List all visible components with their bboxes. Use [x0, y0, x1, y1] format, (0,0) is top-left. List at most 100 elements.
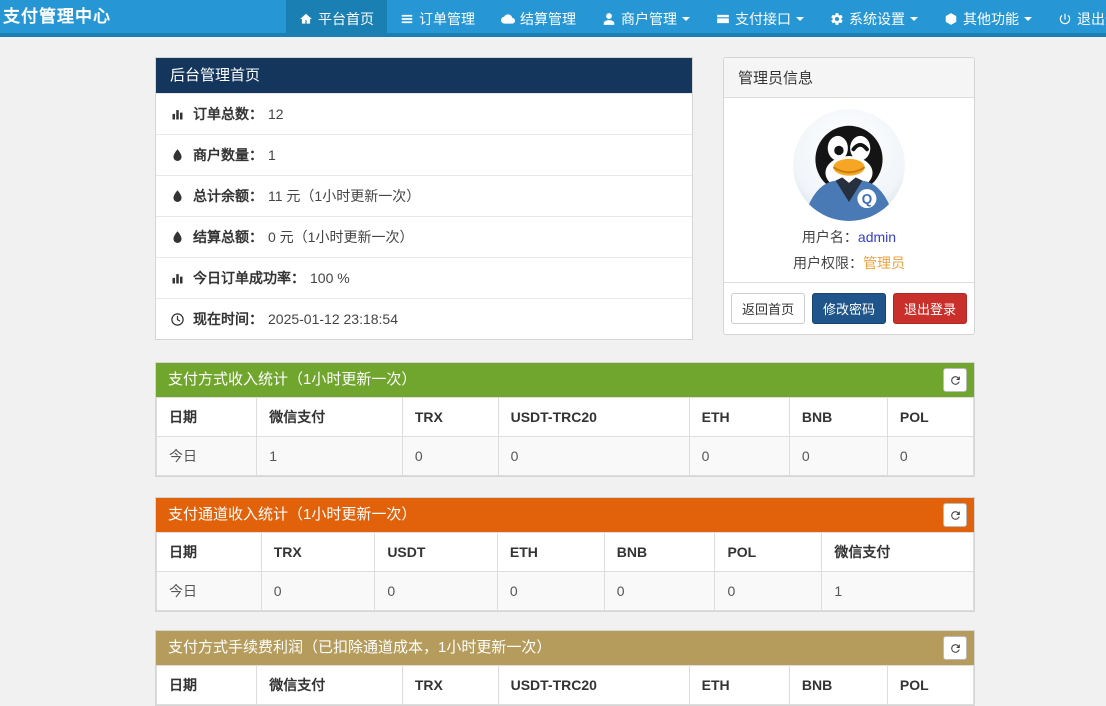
stats-rows: 订单总数：12商户数量：1总计余额：11 元（1小时更新一次）结算总额：0 元（…: [156, 93, 692, 339]
column-header: 日期: [157, 533, 262, 572]
stats-panel-title: 后台管理首页: [156, 58, 692, 93]
change-password-button[interactable]: 修改密码: [812, 293, 886, 324]
table-cell: 1: [822, 572, 974, 611]
admin-panel-title: 管理员信息: [724, 58, 974, 98]
nav-item-power[interactable]: 退出登录: [1045, 0, 1106, 37]
tint-icon: [170, 148, 185, 163]
admin-panel-footer: 返回首页 修改密码 退出登录: [724, 282, 974, 334]
fee-profit-title: 支付方式手续费利润（已扣除通道成本，1小时更新一次）: [168, 639, 551, 656]
pay-method-income-heading: 支付方式收入统计（1小时更新一次）: [156, 363, 974, 397]
home-icon: [299, 12, 313, 26]
stat-label: 现在时间：: [193, 309, 263, 329]
column-header: POL: [887, 398, 973, 437]
refresh-icon: [949, 374, 962, 387]
table-header-row: 日期TRXUSDTETHBNBPOL微信支付总计: [157, 533, 974, 572]
chevron-down-icon: [910, 17, 918, 25]
table-header-row: 日期微信支付TRXUSDT-TRC20ETHBNBPOL总计: [157, 666, 974, 705]
chevron-down-icon: [1024, 17, 1032, 25]
stat-row: 今日订单成功率： 100 %: [156, 257, 692, 298]
stat-label: 订单总数：: [193, 104, 263, 124]
refresh-button[interactable]: [943, 503, 967, 527]
cube-icon: [944, 12, 958, 26]
stat-row: 现在时间：2025-01-12 23:18:54: [156, 298, 692, 339]
nav-item-user[interactable]: 商户管理: [589, 0, 703, 37]
nav-item-gear[interactable]: 系统设置: [817, 0, 931, 37]
nav-item-label: 退出登录: [1077, 9, 1106, 29]
column-header: TRX: [402, 398, 498, 437]
column-header: USDT-TRC20: [498, 666, 689, 705]
bar-chart-icon: [170, 271, 185, 286]
nav-item-label: 结算管理: [520, 9, 576, 29]
dashboard-stats-panel: 后台管理首页 订单总数：12商户数量：1总计余额：11 元（1小时更新一次）结算…: [155, 57, 693, 340]
stat-row: 总计余额：11 元（1小时更新一次）: [156, 175, 692, 216]
stat-value: 1: [268, 147, 276, 163]
pay-channel-income-panel: 支付通道收入统计（1小时更新一次） 日期TRXUSDTETHBNBPOL微信支付…: [155, 497, 975, 612]
stat-value: 100 %: [310, 270, 350, 286]
gear-icon: [830, 12, 844, 26]
column-header: TRX: [402, 666, 498, 705]
stat-value: 0 元（1小时更新一次）: [268, 227, 413, 247]
nav-menu: 平台首页 订单管理 结算管理商户管理支付接口 系统设置 其他功能 退出登录: [286, 0, 1106, 37]
column-header: USDT-TRC20: [498, 398, 689, 437]
chevron-down-icon: [796, 17, 804, 25]
nav-item-label: 平台首页: [318, 9, 374, 29]
table-cell: 0: [402, 437, 498, 476]
refresh-button[interactable]: [943, 636, 967, 660]
table-cell: 0: [715, 572, 822, 611]
role-line: 用户权限：管理员: [724, 253, 974, 273]
stat-value: 11 元（1小时更新一次）: [268, 186, 420, 206]
fee-profit-panel: 支付方式手续费利润（已扣除通道成本，1小时更新一次） 日期微信支付TRXUSDT…: [155, 630, 975, 706]
refresh-button[interactable]: [943, 368, 967, 392]
back-home-button[interactable]: 返回首页: [731, 293, 805, 324]
user-icon: [602, 12, 616, 26]
column-header: ETH: [689, 666, 789, 705]
table-cell: 0: [689, 437, 789, 476]
pay-channel-income-table: 日期TRXUSDTETHBNBPOL微信支付总计今日0000011: [156, 532, 974, 611]
column-header: 微信支付: [257, 666, 403, 705]
table-cell: 今日: [157, 572, 262, 611]
table-cell: 今日: [157, 437, 257, 476]
username-link[interactable]: admin: [858, 229, 896, 245]
svg-text:Q: Q: [862, 192, 872, 207]
role-value: 管理员: [863, 255, 905, 271]
table-cell: 0: [261, 572, 375, 611]
refresh-icon: [949, 509, 962, 522]
fee-profit-heading: 支付方式手续费利润（已扣除通道成本，1小时更新一次）: [156, 631, 974, 665]
penguin-avatar-image: Q: [793, 109, 905, 221]
stat-label: 商户数量：: [193, 145, 263, 165]
column-header: POL: [887, 666, 973, 705]
column-header: BNB: [789, 398, 887, 437]
table-cell: 0: [604, 572, 715, 611]
nav-item-label: 订单管理: [419, 9, 475, 29]
column-header: 日期: [157, 398, 257, 437]
table-cell: 0: [497, 572, 604, 611]
nav-item-home[interactable]: 平台首页: [286, 0, 387, 37]
logout-button[interactable]: 退出登录: [893, 293, 967, 324]
nav-item-label: 系统设置: [849, 9, 905, 29]
admin-info-panel: 管理员信息: [723, 57, 975, 335]
table-cell: 0: [887, 437, 973, 476]
nav-item-cube[interactable]: 其他功能: [931, 0, 1045, 37]
column-header: BNB: [789, 666, 887, 705]
pay-channel-income-title: 支付通道收入统计（1小时更新一次）: [168, 506, 416, 523]
stat-row: 商户数量： 1: [156, 134, 692, 175]
tint-icon: [170, 230, 185, 245]
stat-label: 总计余额：: [193, 186, 263, 206]
nav-item-credit-card[interactable]: 支付接口: [703, 0, 817, 37]
column-header: 微信支付: [822, 533, 974, 572]
tint-icon: [170, 189, 185, 204]
nav-item-label: 其他功能: [963, 9, 1019, 29]
stat-row: 订单总数：12: [156, 93, 692, 134]
power-icon: [1058, 12, 1072, 26]
pay-method-income-title: 支付方式收入统计（1小时更新一次）: [168, 371, 416, 388]
column-header: 日期: [157, 666, 257, 705]
nav-item-list[interactable]: 订单管理: [387, 0, 488, 37]
nav-item-cloud[interactable]: 结算管理: [488, 0, 589, 37]
stat-label: 今日订单成功率：: [193, 268, 305, 288]
credit-card-icon: [716, 12, 730, 26]
table-cell: 0: [375, 572, 498, 611]
username-line: 用户名：admin: [724, 227, 974, 247]
pay-channel-income-heading: 支付通道收入统计（1小时更新一次）: [156, 498, 974, 532]
brand-title[interactable]: 支付管理中心: [3, 0, 111, 33]
refresh-icon: [949, 642, 962, 655]
